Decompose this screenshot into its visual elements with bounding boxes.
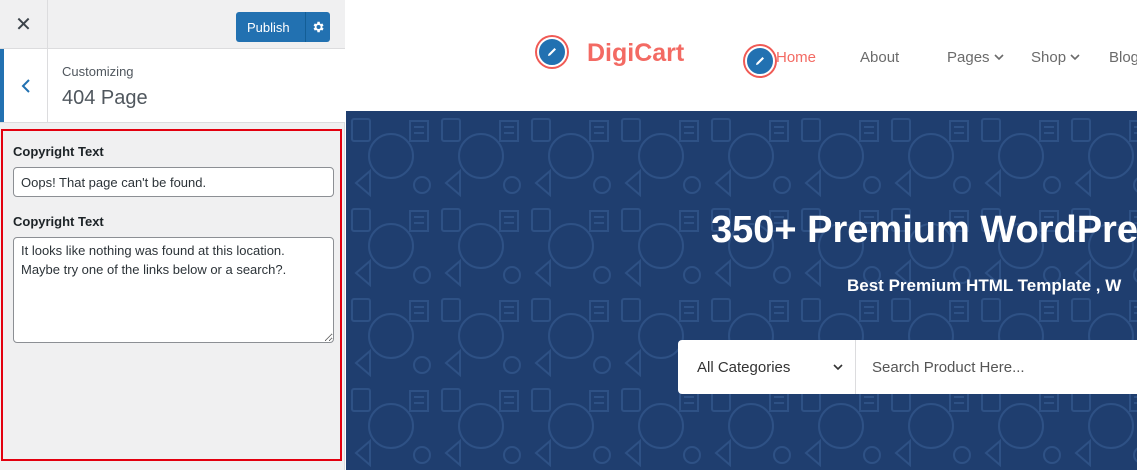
site-header: DigiCart Home About Pages Shop Blog xyxy=(346,0,1137,111)
nav-about[interactable]: About xyxy=(860,49,899,66)
chevron-down-icon xyxy=(993,54,1004,61)
search-input[interactable] xyxy=(856,340,1137,394)
edit-menu-pencil-icon[interactable] xyxy=(745,46,775,76)
publish-label: Publish xyxy=(247,19,290,35)
back-button[interactable] xyxy=(0,49,48,122)
section-title: 404 Page xyxy=(62,87,148,109)
settings-panel: Copyright Text Copyright Text It looks l… xyxy=(1,129,342,461)
nav-blog[interactable]: Blog xyxy=(1109,49,1137,66)
hero-title: 350+ Premium WordPre xyxy=(711,209,1137,251)
hero-banner: 350+ Premium WordPre Best Premium HTML T… xyxy=(346,111,1137,470)
edit-logo-pencil-icon[interactable] xyxy=(537,37,567,67)
nav-pages[interactable]: Pages xyxy=(947,49,1004,66)
copyright-text-textarea[interactable]: It looks like nothing was found at this … xyxy=(13,237,334,343)
chevron-left-icon xyxy=(21,78,30,93)
publish-button[interactable]: Publish xyxy=(236,12,330,42)
chevron-down-icon xyxy=(833,363,843,370)
copyright-text-label: Copyright Text xyxy=(13,144,104,159)
nav-home-label: Home xyxy=(776,49,817,66)
nav-home[interactable]: Home xyxy=(776,49,816,66)
nav-about-label: About xyxy=(860,49,900,66)
customizer-header: ✕ Publish xyxy=(0,0,345,49)
site-preview: DigiCart Home About Pages Shop Blog 350+… xyxy=(346,0,1137,470)
category-select-value: All Categories xyxy=(697,358,791,376)
nav-shop-label: Shop xyxy=(1031,49,1067,66)
product-search-bar: All Categories xyxy=(678,340,1137,394)
nav-shop[interactable]: Shop xyxy=(1031,49,1080,66)
breadcrumb: Customizing xyxy=(62,64,134,79)
gear-icon[interactable] xyxy=(306,20,330,34)
copyright-text-input[interactable] xyxy=(13,167,334,197)
close-icon: ✕ xyxy=(15,13,32,36)
hero-subtitle: Best Premium HTML Template , W xyxy=(847,276,1122,295)
customizer-sidebar: ✕ Publish Customizing 404 Page Copyright… xyxy=(0,0,345,470)
site-logo[interactable]: DigiCart xyxy=(587,39,684,68)
copyright-textarea-label: Copyright Text xyxy=(13,214,104,229)
chevron-down-icon xyxy=(1070,54,1080,61)
nav-pages-label: Pages xyxy=(947,49,990,66)
category-select[interactable]: All Categories xyxy=(678,340,856,394)
close-customizer-button[interactable]: ✕ xyxy=(0,0,48,48)
section-header: Customizing 404 Page xyxy=(0,49,345,123)
nav-blog-label: Blog xyxy=(1109,49,1137,66)
